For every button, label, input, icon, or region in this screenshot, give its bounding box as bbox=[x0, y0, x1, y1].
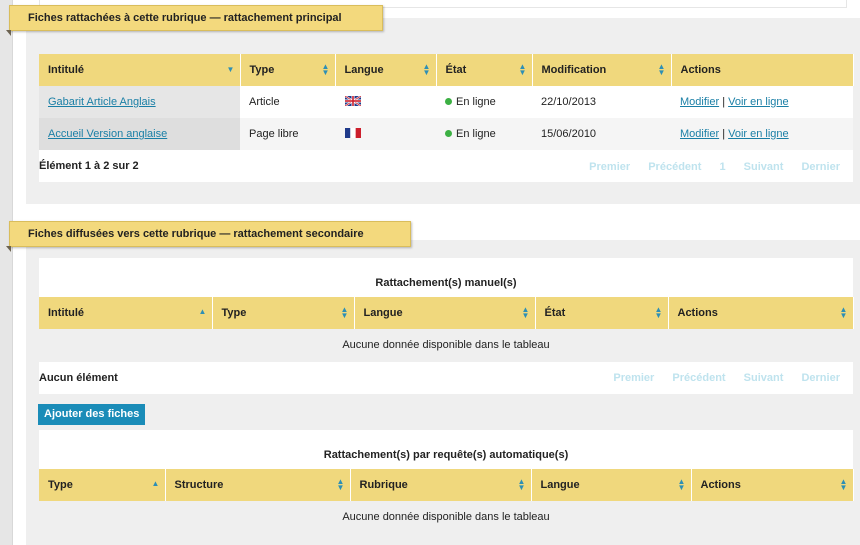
sort-both-icon: ▲ ▼ bbox=[839, 477, 848, 492]
record-title-link[interactable]: Gabarit Article Anglais bbox=[48, 96, 156, 108]
col-header-state[interactable]: État ▲ ▼ bbox=[535, 297, 669, 329]
left-rail bbox=[0, 0, 13, 545]
pager-previous[interactable]: Précédent bbox=[672, 372, 725, 384]
pagination-info: Élément 1 à 2 sur 2 bbox=[39, 160, 139, 172]
record-modified: 22/10/2013 bbox=[532, 86, 671, 118]
sort-both-icon: ▲ ▼ bbox=[321, 62, 330, 77]
manual-attachments-table: Intitulé ▲ Type ▲ ▼ Langue ▲ ▼ État ▲ ▼ Actions… bbox=[39, 297, 854, 361]
pager-first[interactable]: Premier bbox=[589, 161, 630, 173]
action-separator: | bbox=[722, 128, 726, 140]
sort-desc-icon: ▼ bbox=[226, 65, 235, 74]
table-row: Aucune donnée disponible dans le tableau bbox=[39, 329, 853, 361]
table-row: Accueil Version anglaise Page libre En l… bbox=[39, 118, 853, 150]
empty-table-message: Aucune donnée disponible dans le tableau bbox=[39, 329, 853, 361]
col-header-language[interactable]: Langue ▲ ▼ bbox=[531, 469, 692, 501]
uk-flag-icon bbox=[345, 96, 361, 106]
col-header-actions[interactable]: Actions ▲ ▼ bbox=[668, 297, 854, 329]
pager-next[interactable]: Suivant bbox=[744, 161, 784, 173]
sort-both-icon: ▲ ▼ bbox=[336, 477, 345, 492]
sort-both-icon: ▲ ▼ bbox=[517, 477, 526, 492]
fr-flag-icon bbox=[345, 128, 361, 138]
col-header-title[interactable]: Intitulé ▲ bbox=[39, 297, 213, 329]
col-header-language[interactable]: Langue ▲ ▼ bbox=[335, 54, 437, 86]
col-header-type[interactable]: Type ▲ bbox=[39, 469, 166, 501]
manual-attachments-caption: Rattachement(s) manuel(s) bbox=[375, 277, 517, 289]
view-online-link[interactable]: Voir en ligne bbox=[728, 96, 789, 108]
record-title-link[interactable]: Accueil Version anglaise bbox=[48, 128, 167, 140]
table-row: Aucune donnée disponible dans le tableau bbox=[39, 501, 853, 533]
sort-both-icon: ▲ ▼ bbox=[518, 62, 527, 77]
col-header-actions: Actions bbox=[671, 54, 854, 86]
pager-previous[interactable]: Précédent bbox=[648, 161, 701, 173]
action-separator: | bbox=[722, 96, 726, 108]
sort-both-icon: ▲ ▼ bbox=[657, 62, 666, 77]
pager-next[interactable]: Suivant bbox=[744, 372, 784, 384]
col-header-rubric[interactable]: Rubrique ▲ ▼ bbox=[350, 469, 532, 501]
section-tab-secondary-attachment: Fiches diffusées vers cette rubrique — r… bbox=[6, 221, 411, 252]
sort-both-icon: ▲ ▼ bbox=[521, 305, 530, 320]
edit-link[interactable]: Modifier bbox=[680, 128, 719, 140]
pager-first[interactable]: Premier bbox=[613, 372, 654, 384]
pager-last[interactable]: Dernier bbox=[801, 161, 840, 173]
table-row: Gabarit Article Anglais Article En ligne… bbox=[39, 86, 853, 118]
pagination-manual: Premier Précédent Suivant Dernier bbox=[598, 372, 840, 384]
record-modified: 15/06/2010 bbox=[532, 118, 671, 150]
pagination-info: Aucun élément bbox=[39, 372, 118, 384]
section-tab-main-attachment: Fiches rattachées à cette rubrique — rat… bbox=[6, 5, 383, 36]
col-header-language[interactable]: Langue ▲ ▼ bbox=[354, 297, 536, 329]
sort-both-icon: ▲ ▼ bbox=[422, 62, 431, 77]
auto-attachments-table: Type ▲ Structure ▲ ▼ Rubrique ▲ ▼ Langue ▲ ▼ Ac… bbox=[39, 469, 854, 533]
col-header-structure[interactable]: Structure ▲ ▼ bbox=[165, 469, 351, 501]
auto-attachments-caption: Rattachement(s) par requête(s) automatiq… bbox=[323, 449, 569, 461]
empty-table-message: Aucune donnée disponible dans le tableau bbox=[39, 501, 853, 533]
add-records-button[interactable]: Ajouter des fiches bbox=[38, 404, 146, 425]
sort-both-icon: ▲ ▼ bbox=[654, 305, 663, 320]
col-header-modification[interactable]: Modification ▲ ▼ bbox=[532, 54, 672, 86]
record-type: Page libre bbox=[240, 118, 335, 150]
edit-link[interactable]: Modifier bbox=[680, 96, 719, 108]
sort-asc-icon: ▲ bbox=[198, 307, 207, 316]
sort-both-icon: ▲ ▼ bbox=[677, 477, 686, 492]
col-header-state[interactable]: État ▲ ▼ bbox=[436, 54, 533, 86]
online-status-icon bbox=[445, 130, 452, 137]
col-header-title[interactable]: Intitulé ▼ bbox=[39, 54, 241, 86]
sort-asc-icon: ▲ bbox=[151, 479, 160, 488]
record-state: En ligne bbox=[456, 96, 496, 108]
record-type: Article bbox=[240, 86, 335, 118]
main-attachment-table: Intitulé ▼ Type ▲ ▼ Langue ▲ ▼ État ▲ ▼ Modific… bbox=[39, 54, 854, 150]
pagination-main: Premier Précédent 1 Suivant Dernier bbox=[574, 161, 840, 173]
col-header-type[interactable]: Type ▲ ▼ bbox=[240, 54, 336, 86]
pager-last[interactable]: Dernier bbox=[801, 372, 840, 384]
col-header-type[interactable]: Type ▲ ▼ bbox=[212, 297, 355, 329]
online-status-icon bbox=[445, 98, 452, 105]
record-state: En ligne bbox=[456, 128, 496, 140]
view-online-link[interactable]: Voir en ligne bbox=[728, 128, 789, 140]
col-header-actions[interactable]: Actions ▲ ▼ bbox=[691, 469, 854, 501]
pager-page-1[interactable]: 1 bbox=[719, 161, 725, 173]
sort-both-icon: ▲ ▼ bbox=[839, 305, 848, 320]
sort-both-icon: ▲ ▼ bbox=[340, 305, 349, 320]
